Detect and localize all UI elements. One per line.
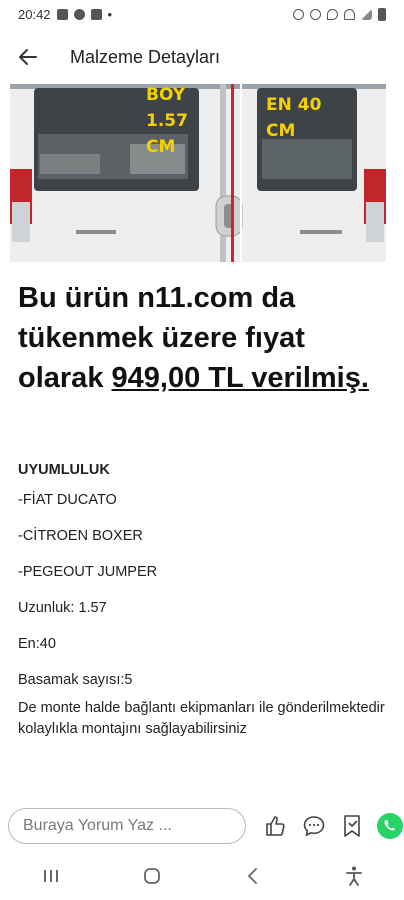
product-image: BOY 1.57 CM EN 40 CM [10,84,386,262]
headline: Bu ürün n11.com da tükenmek üzere fıyat … [18,278,388,398]
product-description: UYUMLULUK -FİAT DUCATO -CİTROEN BOXER -P… [18,458,388,740]
wifi-icon [344,8,355,20]
recents-button[interactable] [21,856,81,896]
cloud-icon [73,8,85,20]
status-dot: • [107,6,113,22]
length-spec: Uzunluk: 1.57 [18,600,107,616]
chat-bubble-icon [303,816,325,837]
whatsapp-icon [377,813,403,839]
thumbs-up-icon [266,816,285,836]
height-label-line-1: BOY [146,85,186,105]
steps-spec: Basamak sayısı:5 [18,672,133,688]
comment-button[interactable] [300,812,328,840]
home-button[interactable] [122,856,182,896]
compat-item: -FİAT DUCATO [18,492,117,508]
status-bar: 20:42 • [0,0,404,28]
accessibility-icon [345,866,362,886]
app-bar: Malzeme Detayları [0,28,404,86]
recents-icon [43,870,58,882]
compatibility-title: UYUMLULUK [18,462,110,478]
nav-back-button[interactable] [223,856,283,896]
height-label-line-2: 1.57 [146,111,188,131]
van-rear-illustration [10,84,386,262]
height-label: BOY 1.57 CM [146,84,188,160]
status-right [293,7,386,21]
compat-item: -PEGEOUT JUMPER [18,564,158,580]
back-button[interactable] [0,28,56,86]
signal-icon [361,8,372,20]
width-label: EN 40 CM [266,92,321,144]
height-label-line-3: CM [146,137,176,157]
page-title: Malzeme Detayları [70,46,221,67]
compat-item: -CİTROEN BOXER [18,528,143,544]
comment-input[interactable] [8,808,246,844]
battery-icon [378,7,386,21]
clock-icon [310,8,321,20]
bookmark-button[interactable] [338,812,366,840]
headline-price: 949,00 TL verilmiş. [111,362,369,394]
like-button[interactable] [262,812,290,840]
arrow-left-icon [19,49,37,65]
width-label-line-2: CM [266,121,296,141]
width-spec: En:40 [18,636,56,652]
system-nav-bar [0,852,404,900]
whatsapp-share-button[interactable] [376,812,404,840]
comment-bar [0,800,404,852]
alarm-icon [293,8,304,20]
status-left: 20:42 • [18,7,112,22]
assembly-note: De monte halde bağlantı ekipmanları ile … [18,700,385,737]
location-icon [327,8,338,20]
sim-icon [90,8,102,20]
status-time: 20:42 [18,6,51,22]
width-label-line-1: EN 40 [266,95,322,115]
home-icon [143,868,160,884]
bookmark-icon [344,815,360,837]
chevron-left-icon [247,868,257,884]
accessibility-button[interactable] [324,856,384,896]
action-icons [262,812,404,840]
image-icon [56,8,68,20]
